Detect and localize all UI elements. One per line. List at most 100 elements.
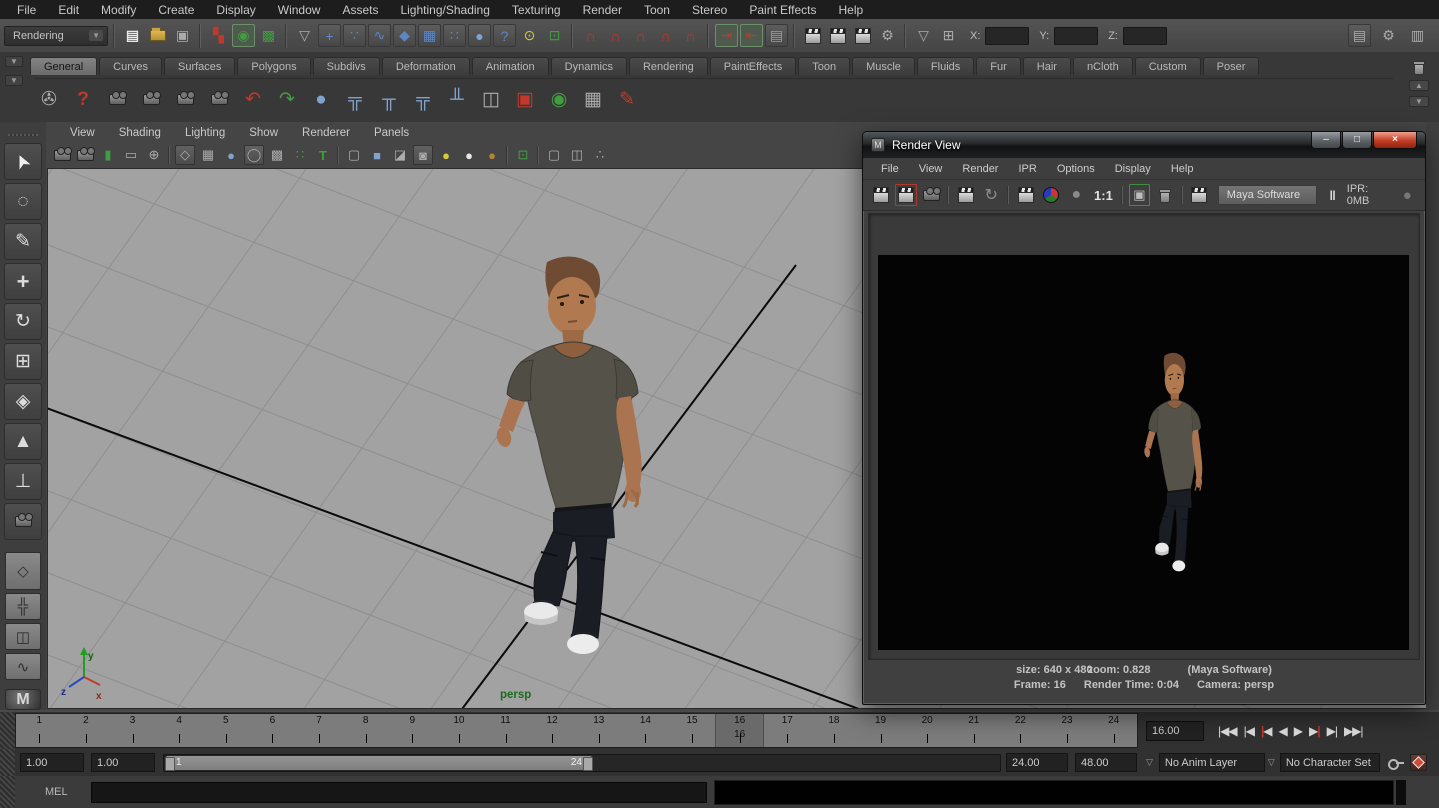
duplicate-special-icon[interactable]: ◉ [544, 84, 574, 116]
frame-cell[interactable]: 3 [109, 714, 156, 747]
frame-cell[interactable]: 10 [436, 714, 483, 747]
snap-to-grid-icon[interactable]: ∩ [579, 24, 602, 47]
rv-menu-view[interactable]: View [909, 163, 953, 175]
timeline-grip[interactable] [0, 712, 15, 749]
play-forwards-button[interactable]: ▶ [1294, 724, 1302, 738]
range-grip[interactable] [0, 749, 15, 776]
hierarchy-unparent-icon[interactable]: ╥ [374, 84, 404, 116]
construction-history-icon[interactable]: ▤ [765, 24, 788, 47]
step-forward-frame-button[interactable]: ▶| [1327, 724, 1337, 738]
menu-modify[interactable]: Modify [90, 3, 147, 17]
playback-start-field[interactable]: 1.00 [91, 753, 155, 772]
shelf-tab-surfaces[interactable]: Surfaces [164, 57, 235, 75]
range-slider-groove[interactable]: 1 24 [163, 754, 1001, 772]
share-view-icon[interactable]: ∴ [590, 145, 610, 165]
new-scene-icon[interactable]: ▤ [121, 24, 144, 47]
symmetry-object-icon[interactable]: ⊞ [937, 24, 960, 47]
shelf-tab-animation[interactable]: Animation [472, 57, 549, 75]
rv-menu-help[interactable]: Help [1161, 163, 1204, 175]
rv-menu-file[interactable]: File [871, 163, 909, 175]
layout-single-pane-button[interactable]: ◇ [5, 552, 41, 590]
select-by-component-icon[interactable]: ▩ [257, 24, 280, 47]
shelf-trash-icon[interactable] [1414, 63, 1424, 75]
isolate-select-icon[interactable]: ⊡ [513, 145, 533, 165]
command-input[interactable] [91, 782, 707, 803]
shelf-tab-dynamics[interactable]: Dynamics [551, 57, 627, 75]
layout-persp-graph-button[interactable]: ∿ [5, 653, 41, 680]
mask-dynamics-icon[interactable]: ∷ [443, 24, 466, 47]
render-button[interactable] [870, 184, 891, 206]
character-set-dropdown-icon[interactable]: ▽ [1268, 757, 1275, 768]
rotate-tool[interactable]: ↻ [4, 303, 42, 340]
move-tool[interactable]: + [4, 263, 42, 300]
character-model[interactable] [461, 246, 661, 666]
panel-menu-show[interactable]: Show [237, 127, 290, 139]
maximize-button[interactable]: □ [1342, 132, 1372, 149]
command-language-label[interactable]: MEL [45, 786, 79, 798]
panel-menu-shading[interactable]: Shading [107, 127, 173, 139]
node-editor-icon[interactable]: ◫ [476, 84, 506, 116]
shelf-tab-deformation[interactable]: Deformation [382, 57, 470, 75]
anim-layer-selector[interactable]: No Anim Layer [1159, 753, 1265, 772]
shelf-tab-curves[interactable]: Curves [99, 57, 162, 75]
snapshot-button[interactable] [921, 184, 942, 206]
channel-box-icon[interactable]: ▥ [1406, 24, 1429, 47]
camera-attributes-icon[interactable] [75, 145, 95, 165]
auto-keyframe-icon[interactable] [1410, 754, 1427, 771]
wireframe-mode-icon[interactable]: ◇ [175, 145, 195, 165]
frame-cell[interactable]: 8 [342, 714, 389, 747]
set-key-icon[interactable] [1388, 758, 1404, 768]
occlusion-icon[interactable]: ◙ [413, 145, 433, 165]
output-connections-icon[interactable]: ⇤ [740, 24, 763, 47]
current-frame-cell[interactable]: 1616 [715, 714, 764, 747]
smooth-shade-icon[interactable]: ● [221, 145, 241, 165]
mask-misc-icon[interactable]: ? [493, 24, 516, 47]
menu-lighting-shading[interactable]: Lighting/Shading [389, 3, 500, 17]
menu-assets[interactable]: Assets [331, 3, 389, 17]
save-scene-icon[interactable]: ▣ [171, 24, 194, 47]
rendered-image[interactable] [878, 255, 1409, 650]
mask-rendering-icon[interactable]: ● [468, 24, 491, 47]
light-gold-icon[interactable]: ● [482, 145, 502, 165]
pause-ipr-icon[interactable]: ‖ [1329, 188, 1336, 203]
lasso-select-tool[interactable]: ◌ [4, 183, 42, 220]
ipr-render-icon[interactable] [826, 24, 849, 47]
snap-to-point-icon[interactable]: ∩ [629, 24, 652, 47]
playback-end-field[interactable]: 24.00 [1006, 753, 1068, 772]
z-input[interactable] [1123, 27, 1167, 45]
mask-deformations-icon[interactable]: ▦ [418, 24, 441, 47]
show-manipulator-tool[interactable]: ⊥ [4, 463, 42, 500]
mask-points-icon[interactable]: ∵ [343, 24, 366, 47]
wireframe-on-shaded-icon[interactable]: ∷ [290, 145, 310, 165]
zoom-one-to-one-button[interactable]: 1:1 [1091, 188, 1116, 203]
play-backwards-button[interactable]: ◀ [1279, 724, 1287, 738]
step-back-frame-button[interactable]: |◀ [1244, 724, 1254, 738]
frame-cell[interactable]: 7 [296, 714, 343, 747]
textured-mode-icon[interactable]: T [313, 145, 333, 165]
attribute-editor-icon[interactable]: ▤ [1348, 24, 1371, 47]
help-line-icon[interactable]: ? [68, 84, 98, 116]
soft-modification-tool[interactable]: ▲ [4, 423, 42, 460]
layout-outliner-persp-button[interactable]: ◫ [5, 623, 41, 650]
paint-selection-tool[interactable]: ✎ [4, 223, 42, 260]
hierarchy-parent-icon[interactable]: ╦ [340, 84, 370, 116]
menu-toon[interactable]: Toon [633, 3, 681, 17]
redo-previous-render-button[interactable] [895, 184, 916, 206]
hierarchy-ungroup-icon[interactable]: ╨ [442, 84, 472, 116]
scale-tool[interactable]: ⊞ [4, 343, 42, 380]
dolly-camera-icon[interactable] [170, 84, 200, 116]
shelf-tab-poser[interactable]: Poser [1203, 57, 1260, 75]
maya-logo[interactable]: M [5, 689, 41, 710]
menu-stereo[interactable]: Stereo [681, 3, 738, 17]
menu-texturing[interactable]: Texturing [501, 3, 572, 17]
frame-cell[interactable]: 22 [997, 714, 1044, 747]
light-yellow-icon[interactable]: ● [436, 145, 456, 165]
frame-cell[interactable]: 24 [1090, 714, 1137, 747]
shelf-tab-fur[interactable]: Fur [976, 57, 1021, 75]
tumble-camera-icon[interactable] [102, 84, 132, 116]
frame-cell[interactable]: 11 [482, 714, 529, 747]
shelf-tab-painteffects[interactable]: PaintEffects [710, 57, 797, 75]
playback-range-bar[interactable]: 1 24 [166, 756, 592, 770]
menu-window[interactable]: Window [267, 3, 332, 17]
minimize-button[interactable]: – [1311, 132, 1341, 149]
